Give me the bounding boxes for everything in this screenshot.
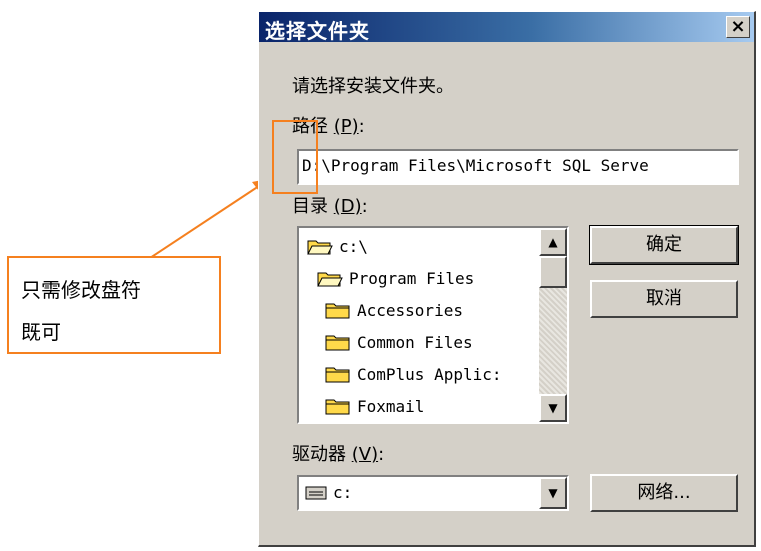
folder-icon [325,335,350,351]
directory-list[interactable]: c:\ Program Files Accessories Common Fil… [297,226,569,424]
path-input[interactable]: D:\Program Files\Microsoft SQL Serve [297,149,739,185]
folder-icon [325,399,350,415]
directory-mnemonic: (D) [333,196,362,217]
scroll-thumb[interactable] [539,256,567,288]
path-mnemonic: (P) [333,116,359,137]
drive-select[interactable]: c: ▼ [297,475,569,511]
chevron-down-icon: ▼ [548,486,558,500]
prompt-label: 请选择安装文件夹。 [292,76,454,97]
close-button[interactable]: × [726,16,750,38]
arrow-down-icon: ▼ [548,401,558,415]
list-scrollbar[interactable]: ▲ ▼ [539,228,567,422]
open-folder-icon [317,272,343,287]
close-icon: × [730,16,746,37]
folder-icon [325,303,350,319]
scroll-down-button[interactable]: ▼ [539,394,567,422]
list-item[interactable]: ComPlus Applic: [325,358,502,390]
ok-button[interactable]: 确定 [589,225,739,265]
list-item[interactable]: Accessories [325,294,463,326]
annotation-line-1: 只需修改盘符 [21,278,141,302]
open-folder-icon [307,240,333,255]
select-folder-dialog: 选择文件夹 × 请选择安装文件夹。 路径 (P): D:\Program Fil… [258,11,756,547]
drive-mnemonic: (V) [351,444,379,465]
cancel-button[interactable]: 取消 [590,280,738,318]
drive-label: 驱动器 (V): [292,444,385,465]
annotation-line-2: 既可 [21,320,61,344]
title-bar: 选择文件夹 × [259,12,754,43]
drive-icon [305,486,327,499]
list-item[interactable]: Foxmail [325,390,424,422]
arrow-up-icon: ▲ [548,235,558,249]
network-button[interactable]: 网络... [590,474,738,512]
annotation-note: 只需修改盘符 既可 [7,256,221,354]
callout-highlight [272,120,318,194]
directory-label: 目录 (D): [292,196,368,217]
drive-value: c: [333,483,353,502]
list-item[interactable]: Program Files [317,262,474,294]
list-item[interactable]: Common Files [325,326,473,358]
dialog-title: 选择文件夹 [265,19,370,43]
list-item[interactable]: c:\ [307,230,368,262]
drive-dropdown-button[interactable]: ▼ [539,477,567,509]
folder-icon [325,367,350,383]
scroll-up-button[interactable]: ▲ [539,228,567,256]
